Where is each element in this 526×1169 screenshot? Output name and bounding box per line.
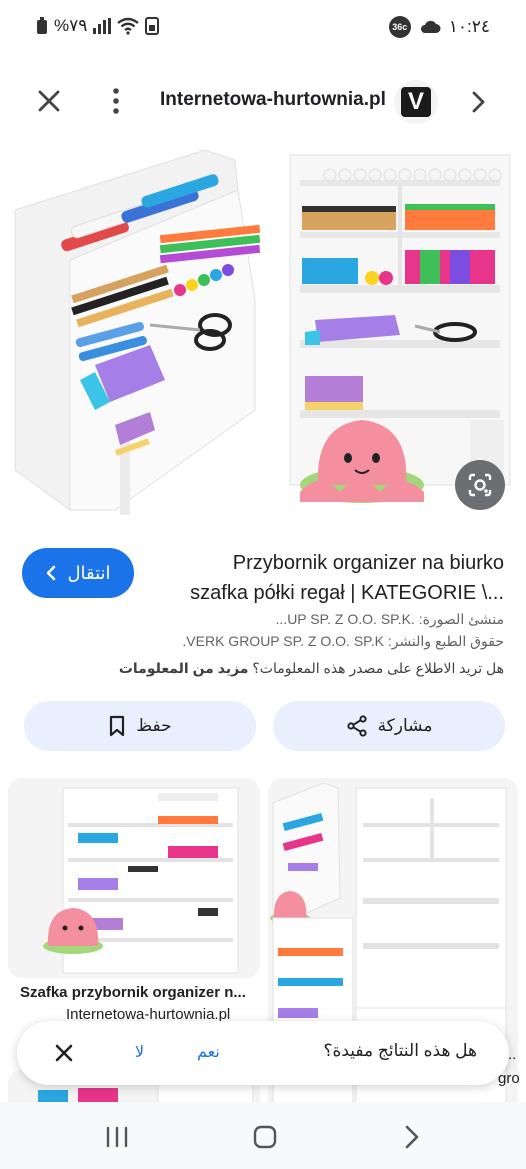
feedback-yes-button[interactable]: نعم [197,1042,220,1062]
app-badge-icon: 36c [388,16,411,38]
chevron-left-icon [47,565,56,581]
share-icon [346,715,367,737]
visit-button[interactable]: انتقال [22,548,134,598]
lens-icon [468,473,492,497]
main-product-image[interactable] [0,140,526,530]
close-icon[interactable] [51,1040,77,1066]
feedback-question: هل هذه النتائج مفيدة؟ [323,1041,477,1060]
learn-more-line: هل تريد الاطلاع على مصدر هذه المعلومات؟ … [119,660,504,677]
learn-more-link[interactable]: مزيد من المعلومات [119,660,249,676]
left-shelf-view [14,149,261,515]
site-favicon[interactable]: V [394,80,438,124]
related-title-2-fragment: .. [508,1046,517,1063]
favicon-letter: V [401,87,431,117]
clock-time: ١٠:٢٤ [448,17,490,36]
feedback-no-button[interactable]: لا [135,1042,144,1062]
cloud-icon [420,20,441,33]
lens-search-button[interactable] [455,460,505,510]
back-icon[interactable] [396,1124,426,1150]
image-creator: منشئ الصورة: .UP SP. Z O.O. SP.K... [275,611,504,627]
related-image-card[interactable] [8,778,260,978]
status-right-group: 36c ١٠:٢٤ [388,16,490,38]
battery-icon [37,17,47,34]
share-button[interactable]: مشاركة [273,701,505,751]
wifi-icon [117,17,140,35]
save-label: حفظ [136,716,172,735]
site-name[interactable]: Internetowa-hurtownia.pl [160,89,386,111]
feedback-bar: لا نعم هل هذه النتائج مفيدة؟ [17,1021,509,1085]
chevron-right-icon[interactable] [466,88,490,116]
result-title-line1: Przybornik organizer na biurko [232,552,504,574]
image-copyright: حقوق الطبع والنشر: VERK GROUP SP. Z O.O.… [182,633,504,649]
learn-more-question: هل تريد الاطلاع على مصدر هذه المعلومات؟ [252,660,504,676]
right-shelf-view [289,154,511,503]
home-icon[interactable] [250,1124,280,1150]
shelf-illustration [14,149,511,515]
status-left-group: %٧٩ [36,16,160,36]
more-options-icon[interactable] [104,84,128,118]
share-label: مشاركة [377,716,433,735]
save-button[interactable]: حفظ [24,701,256,751]
result-title-line2: szafka półki regał | KATEGORIE \... [190,582,504,604]
recents-icon[interactable] [102,1124,132,1150]
sim-icon [145,17,160,35]
status-bar: %٧٩ 36c ١٠:٢٤ [0,0,526,52]
related-title-1[interactable]: Szafka przybornik organizer n... [20,984,246,1001]
visit-label: انتقال [67,562,111,583]
related-image-1 [8,778,260,978]
battery-percent: %٧٩ [54,16,88,35]
signal-icon [93,18,112,34]
bookmark-icon [110,715,125,737]
result-title[interactable]: Przybornik organizer na biurko szafka pó… [164,548,504,608]
system-nav-bar [0,1102,526,1169]
top-nav: Internetowa-hurtownia.pl V [0,72,526,132]
close-icon[interactable] [34,86,64,116]
